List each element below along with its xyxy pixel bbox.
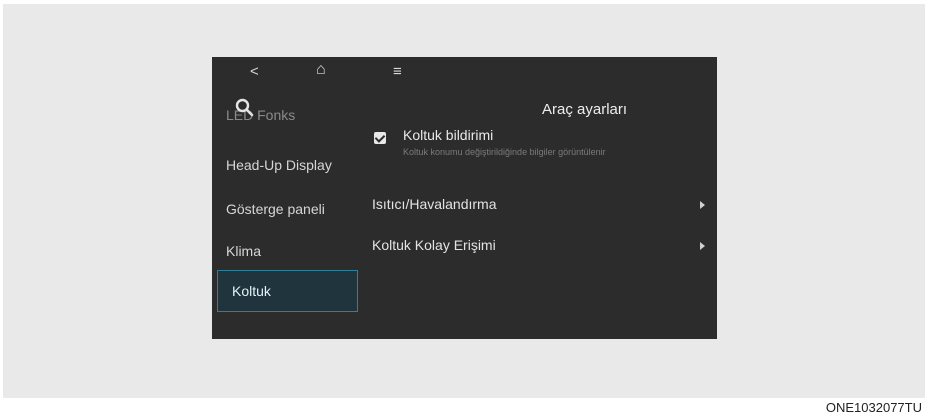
sidebar-item-instrument-panel[interactable]: Gösterge paneli bbox=[212, 188, 358, 230]
sidebar-item-seat[interactable]: Koltuk bbox=[217, 270, 358, 312]
sidebar-item-led[interactable]: LED Fonks bbox=[212, 103, 358, 127]
settings-content: Koltuk bildirimi Koltuk konumu değiştiri… bbox=[360, 117, 717, 339]
seat-easy-access-label: Koltuk Kolay Erişimi bbox=[372, 237, 496, 253]
sidebar-item-head-up-display[interactable]: Head-Up Display bbox=[212, 144, 358, 186]
infotainment-screen: < ⌂ ≡ Araç ayarları LED Fonks Head-Up Di… bbox=[212, 57, 717, 339]
seat-easy-access-row[interactable]: Koltuk Kolay Erişimi bbox=[372, 227, 717, 263]
seat-notification-label: Koltuk bildirimi bbox=[403, 127, 494, 143]
chevron-right-icon bbox=[700, 242, 705, 250]
settings-sidebar: LED Fonks Head-Up Display Gösterge panel… bbox=[212, 107, 360, 339]
page-title: Araç ayarları bbox=[542, 101, 628, 118]
top-nav-bar: < ⌂ ≡ bbox=[212, 57, 717, 91]
heater-ventilation-row[interactable]: Isıtıcı/Havalandırma bbox=[372, 186, 717, 222]
heater-ventilation-label: Isıtıcı/Havalandırma bbox=[372, 196, 497, 212]
seat-notification-checkbox[interactable] bbox=[374, 132, 386, 144]
menu-icon[interactable]: ≡ bbox=[393, 63, 402, 80]
sidebar-item-climate[interactable]: Klima bbox=[212, 230, 358, 272]
seat-notification-description: Koltuk konumu değiştirildiğinde bilgiler… bbox=[403, 147, 606, 157]
back-icon[interactable]: < bbox=[250, 63, 259, 80]
figure-code: ONE1032077TU bbox=[825, 400, 922, 415]
chevron-right-icon bbox=[700, 201, 705, 209]
sidebar-item-lights[interactable]: Lights bbox=[212, 316, 358, 339]
home-icon[interactable]: ⌂ bbox=[316, 61, 326, 79]
